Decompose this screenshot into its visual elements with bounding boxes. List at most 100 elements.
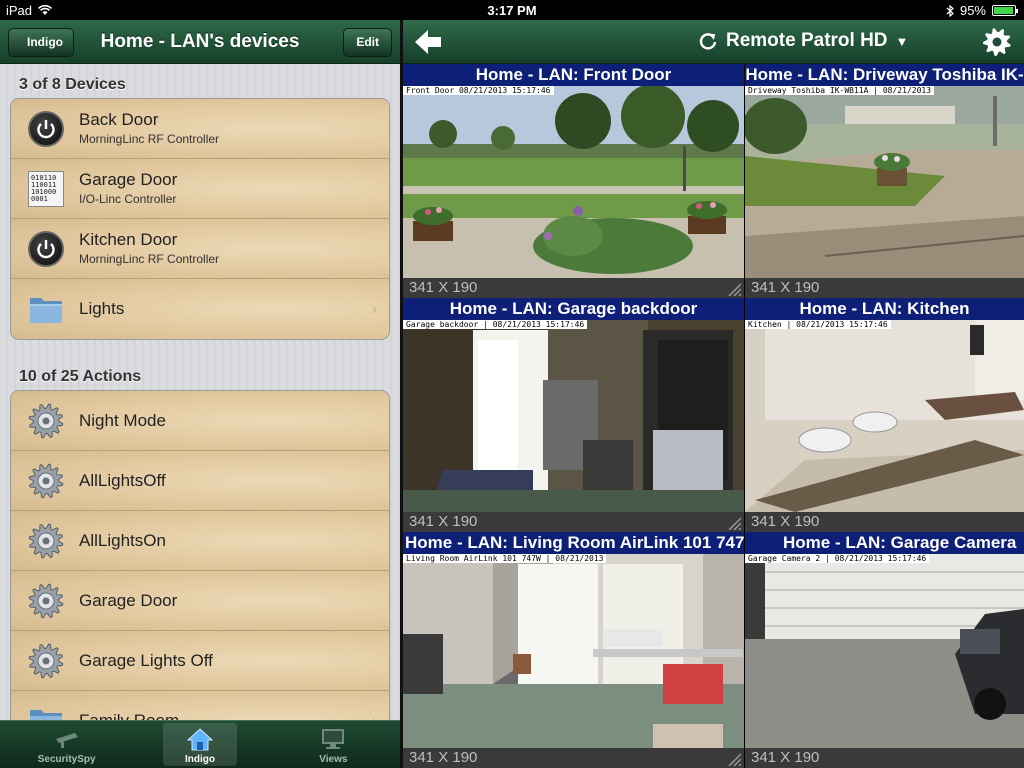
camera-timestamp: Garage Camera 2 | 08/21/2013 15:17:46 [745,554,930,563]
action-title: Night Mode [79,411,166,430]
resize-grip-icon[interactable] [725,280,741,296]
camera-size: 341 X 190 [403,748,744,768]
camera-title: Home - LAN: Front Door [403,64,744,86]
camera-size: 341 X 190 [745,512,1024,532]
camera-feed-image [403,86,744,278]
camera-title: Home - LAN: Driveway Toshiba IK- [745,64,1024,86]
edit-button[interactable]: Edit [343,28,392,57]
tab-views[interactable]: Views [267,721,400,768]
camera-tile-garage-backdoor[interactable]: Home - LAN: Garage backdoor Garage backd… [403,298,744,532]
tab-label: Indigo [184,754,215,765]
camera-feed[interactable]: Garage backdoor | 08/21/2013 15:17:46 [403,320,744,512]
bluetooth-icon [946,4,954,17]
folder-icon [30,710,62,720]
devices-section-header: 3 of 8 Devices [19,76,126,93]
gear-icon [28,463,64,499]
camera-size: 341 X 190 [403,278,744,298]
tab-securityspy[interactable]: SecuritySpy [0,721,133,768]
resize-grip-icon[interactable] [725,750,741,766]
action-row-garage-lights-off[interactable]: Garage Lights Off [11,631,389,691]
battery-percent: 95% [959,3,986,18]
actions-section-header: 10 of 25 Actions [19,368,142,385]
resize-grip-icon[interactable] [725,514,741,530]
battery-icon [992,5,1018,16]
camera-feed[interactable]: Front Door 08/21/2013 15:17:46 [403,86,744,278]
gear-icon [28,403,64,439]
left-panel: Indigo Home - LAN's devices Edit 3 of 8 … [0,20,400,768]
camera-tile-living-room[interactable]: Home - LAN: Living Room AirLink 101 747W [403,532,744,768]
tab-bar: SecuritySpy Indigo Views [0,720,400,768]
status-time: 3:17 PM [487,3,537,18]
camera-feed-image [745,554,1024,748]
action-row-garage-door[interactable]: Garage Door [11,571,389,631]
device-subtitle: MorningLinc RF Controller [79,132,220,146]
camera-feed-image [403,320,744,512]
tab-label: Views [319,754,348,765]
arrow-left-icon[interactable] [413,28,443,56]
action-title: Garage Lights Off [79,651,213,670]
actions-group: Night Mode AllLightsOff AllLightsOn Gara… [10,390,390,720]
page-title: Home - LAN's devices [100,31,300,52]
action-row-all-lights-off[interactable]: AllLightsOff [11,451,389,511]
camera-timestamp: Garage backdoor | 08/21/2013 15:17:46 [403,320,588,329]
view-selector[interactable]: Remote Patrol HD ▼ [698,30,908,52]
camera-feed-image [745,86,1024,278]
action-title: AllLightsOff [79,471,166,490]
camera-size: 341 X 190 [745,748,1024,768]
camera-feed[interactable]: Living Room AirLink 101 747W | 08/21/201… [403,554,744,748]
folder-title: Family Room [79,711,179,720]
view-title: Remote Patrol HD [726,30,888,51]
camera-feed[interactable]: Garage Camera 2 | 08/21/2013 15:17:46 [745,554,1024,748]
devices-group: Back Door MorningLinc RF Controller 0101… [10,98,390,340]
securityspy-icon [55,733,78,748]
device-row-kitchen-door[interactable]: Kitchen Door MorningLinc RF Controller [11,219,389,279]
chevron-right-icon: › [371,301,377,318]
camera-size: 341 X 190 [745,278,1024,298]
camera-timestamp: Front Door 08/21/2013 15:17:46 [403,86,554,95]
folder-icon [30,298,62,323]
camera-title: Home - LAN: Kitchen [745,298,1024,320]
device-title: Garage Door [79,170,178,189]
camera-grid: Home - LAN: Front Door Front Door 08/21/… [403,64,1024,768]
camera-feed[interactable]: Driveway Toshiba IK-WB11A | 08/21/2013 [745,86,1024,278]
camera-size: 341 X 190 [403,512,744,532]
right-nav-bar: Remote Patrol HD ▼ [403,20,1024,64]
camera-tile-front-door[interactable]: Home - LAN: Front Door Front Door 08/21/… [403,64,744,298]
right-panel: Remote Patrol HD ▼ Home - LAN: Front Doo… [403,20,1024,768]
device-list[interactable]: 3 of 8 Devices Back Door MorningLinc RF … [0,64,400,720]
tab-indigo[interactable]: Indigo [133,721,266,768]
device-row-garage-door[interactable]: 010110 110011 101000 0001 Garage Door I/… [11,159,389,219]
power-icon [28,111,64,147]
camera-timestamp: Driveway Toshiba IK-WB11A | 08/21/2013 [745,86,935,95]
gear-icon [28,643,64,679]
device-title: Kitchen Door [79,230,178,249]
camera-timestamp: Living Room AirLink 101 747W | 08/21/201… [403,554,607,563]
refresh-icon[interactable] [698,31,718,51]
camera-tile-garage-camera[interactable]: Home - LAN: Garage Camera Garage Camera … [745,532,1024,768]
camera-feed[interactable]: Kitchen | 08/21/2013 15:17:46 [745,320,1024,512]
camera-timestamp: Kitchen | 08/21/2013 15:17:46 [745,320,891,329]
camera-title: Home - LAN: Living Room AirLink 101 747W [403,532,744,554]
home-icon [186,728,214,751]
device-subtitle: I/O-Linc Controller [79,192,177,206]
camera-tile-kitchen[interactable]: Home - LAN: Kitchen Kitchen | 08/21/2013… [745,298,1024,532]
gear-icon [28,583,64,619]
action-row-family-room[interactable]: Family Room › [11,691,389,720]
status-bar: iPad 3:17 PM 95% [0,0,1024,20]
action-row-all-lights-on[interactable]: AllLightsOn [11,511,389,571]
action-row-night-mode[interactable]: Night Mode [11,391,389,451]
chevron-right-icon: › [372,713,377,720]
action-title: Garage Door [79,591,178,610]
tab-label: SecuritySpy [37,754,96,765]
power-icon [28,231,64,267]
folder-title: Lights [79,299,125,318]
camera-title: Home - LAN: Garage backdoor [403,298,744,320]
device-subtitle: MorningLinc RF Controller [79,252,220,266]
monitor-icon [322,729,345,749]
camera-tile-driveway[interactable]: Home - LAN: Driveway Toshiba IK- Drivewa… [745,64,1024,298]
left-nav-bar: Indigo Home - LAN's devices Edit [0,20,400,64]
device-title: Back Door [79,110,159,129]
device-row-lights[interactable]: Lights › [11,279,389,339]
settings-gear-icon[interactable] [982,27,1012,57]
device-row-back-door[interactable]: Back Door MorningLinc RF Controller [11,99,389,159]
